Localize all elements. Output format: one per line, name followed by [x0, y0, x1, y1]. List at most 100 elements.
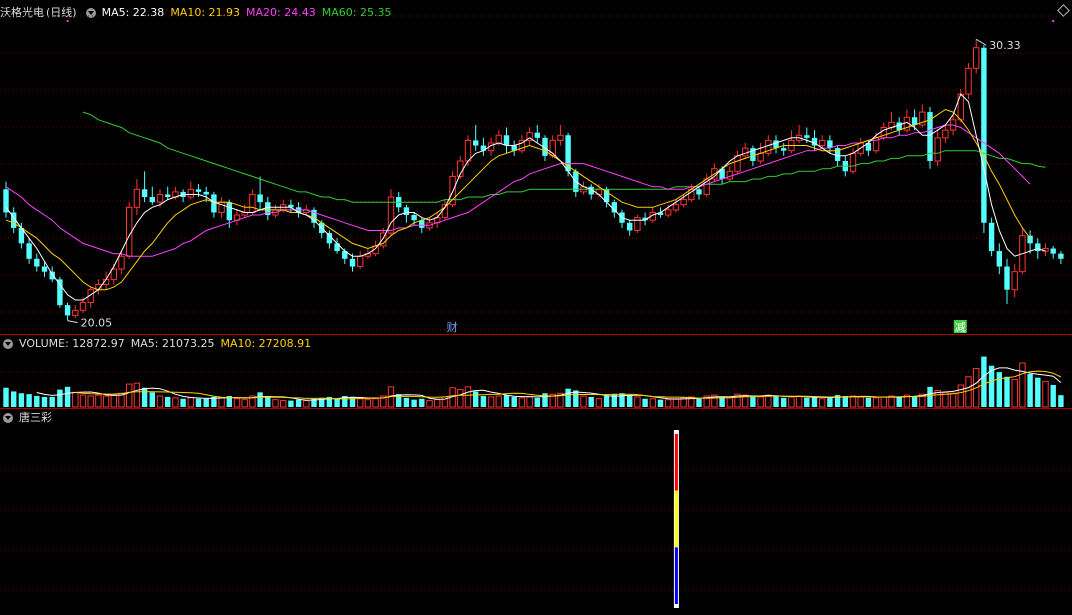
volume-bar	[265, 396, 271, 407]
volume-bar	[203, 398, 209, 407]
volume-bar	[357, 398, 364, 408]
volume-bar	[788, 396, 795, 408]
volume-bar	[288, 400, 294, 407]
volume-bar	[665, 399, 672, 408]
candle-body	[665, 209, 672, 216]
indicator-bar-segment	[674, 547, 678, 604]
volume-bar	[79, 394, 87, 408]
volume-bar	[857, 396, 864, 408]
candle-body	[118, 255, 125, 270]
candle-body	[634, 217, 641, 231]
candle-body	[781, 148, 787, 151]
volume-bar	[649, 398, 656, 408]
candle-body	[1011, 271, 1018, 291]
candle-body	[349, 258, 356, 267]
candle-body	[726, 170, 733, 180]
volume-bar	[865, 397, 872, 407]
volume-bar	[133, 382, 141, 408]
candle-body	[449, 175, 456, 206]
volume-bar	[1050, 385, 1056, 407]
low-price-label: 20.05	[81, 317, 113, 330]
indicator-bar-segment	[674, 434, 678, 491]
volume-bar	[1004, 376, 1010, 407]
volume-bar	[534, 397, 540, 407]
volume-bar	[295, 399, 302, 407]
candle-body	[672, 204, 680, 211]
candle-body	[1004, 266, 1010, 290]
candle-body	[473, 140, 479, 146]
candle-body	[249, 193, 256, 213]
candle-body	[26, 243, 32, 259]
volume-bar	[334, 398, 340, 407]
volume-bar	[573, 390, 579, 407]
volume-bar	[57, 389, 63, 407]
volume-bar	[634, 396, 641, 408]
high-price-label: 30.33	[989, 39, 1021, 52]
volume-bar	[580, 395, 587, 408]
volume-bar	[434, 399, 441, 408]
event-marker-cai: 财	[447, 320, 458, 334]
volume-bar	[927, 386, 933, 407]
volume-bar	[642, 398, 648, 407]
volume-bar	[957, 384, 964, 408]
volume-bar	[257, 392, 263, 407]
volume-bar	[842, 396, 848, 407]
volume-bar	[195, 398, 202, 407]
volume-bar	[511, 396, 517, 407]
volume-bar	[795, 395, 803, 408]
volume-bar	[487, 396, 495, 408]
volume-bar	[149, 392, 155, 407]
volume-bar	[87, 395, 94, 408]
volume-bar	[241, 399, 248, 408]
candle-body	[34, 258, 40, 267]
event-marker-jian: 减	[955, 321, 966, 334]
volume-bar	[750, 396, 756, 407]
volume-bar	[872, 397, 880, 408]
event-dot	[66, 20, 69, 22]
candle-body	[203, 191, 209, 195]
volume-bar	[364, 399, 372, 408]
candle-body	[934, 137, 941, 162]
volume-bar	[1058, 395, 1064, 407]
high-pointer	[975, 38, 987, 46]
volume-bar	[773, 396, 779, 407]
volume-bar	[518, 397, 526, 408]
candle-body	[988, 222, 995, 252]
volume-bar	[473, 391, 479, 407]
candle-body	[804, 135, 810, 138]
candle-body	[57, 279, 63, 306]
candle-body	[64, 305, 71, 316]
candle-body	[211, 194, 217, 213]
candle-body	[965, 67, 972, 95]
volume-bar	[495, 395, 503, 408]
candle-body	[819, 139, 826, 147]
volume-bar	[804, 397, 810, 407]
indicator-bar-segment	[674, 490, 678, 548]
volume-bar	[595, 398, 603, 408]
stock-chart[interactable]: 30.33 20.05 财 减	[0, 0, 1072, 615]
candle-body	[195, 189, 202, 192]
candle-body	[165, 194, 171, 198]
volume-bar	[34, 396, 40, 407]
candle-body	[403, 207, 410, 216]
candle-body	[79, 302, 87, 311]
candle-body	[1027, 235, 1033, 244]
candle-body	[627, 222, 633, 231]
volume-bar	[403, 397, 410, 407]
volume-bar	[419, 398, 425, 407]
volume-bar	[781, 397, 787, 407]
volume-bar	[503, 395, 510, 407]
candle-body	[156, 193, 164, 203]
volume-bar	[565, 388, 571, 407]
volume-bar	[126, 383, 133, 408]
volume-bar	[627, 395, 633, 407]
volume-bar	[156, 395, 164, 408]
volume-bar	[180, 398, 186, 407]
volume-bar	[726, 397, 733, 408]
volume-bar	[26, 394, 32, 407]
volume-bar	[102, 395, 110, 408]
volume-bar	[72, 391, 79, 408]
volume-bar	[18, 393, 25, 407]
candle-body	[133, 188, 141, 208]
candle-body	[849, 152, 857, 172]
